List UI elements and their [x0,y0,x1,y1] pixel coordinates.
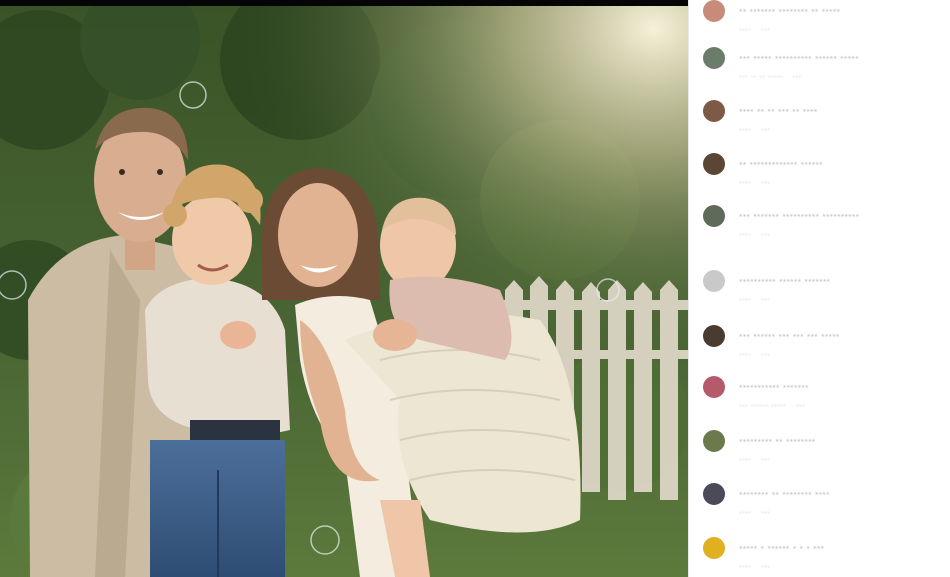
comment-meta: ···· ··· [739,349,780,359]
reply-button[interactable]: ··· [761,454,770,464]
comment-text: ········· ·· ········ [739,434,816,446]
comment-item: ········ ·· ········ ···· ···· ··· [689,483,950,535]
reply-button[interactable]: ··· [792,71,801,81]
comment-text: ··· ······· ·········· ·········· [739,209,860,221]
comment-meta: ···· ··· [739,507,780,517]
comment-item: ·· ······· ········ ·· ····· ···· ··· [689,0,950,52]
post-photo[interactable] [0,0,688,577]
avatar[interactable] [703,537,725,559]
avatar[interactable] [703,483,725,505]
avatar[interactable] [703,100,725,122]
comment-text: ·· ······· ········ ·· ····· [739,4,841,16]
avatar[interactable] [703,430,725,452]
comment-time: ···· [739,454,751,464]
reply-button[interactable]: ··· [761,24,770,34]
comment-meta: ···· ··· [739,177,780,187]
reply-button[interactable]: ··· [761,177,770,187]
comment-text: ·· ············· ······ [739,157,823,169]
comment-item: ·········· ······ ······· ···· ··· [689,270,950,322]
avatar[interactable] [703,0,725,22]
comment-time: ···· [739,229,751,239]
comment-meta: ··· ·· ·· ····· ··· [739,71,811,81]
comment-time: ··· ······ ····· [739,400,786,410]
reply-button[interactable]: ··· [796,400,805,410]
top-black-bar [0,0,688,6]
comment-meta: ···· ··· [739,561,780,571]
avatar[interactable] [703,205,725,227]
comment-time: ···· [739,507,751,517]
family-photo-illustration [0,0,688,577]
comment-time: ···· [739,177,751,187]
reply-button[interactable]: ··· [761,561,770,571]
comment-text: ·········· ······ ······· [739,274,831,286]
comment-text: ···· ·· ·· ··· ·· ···· [739,104,818,116]
comment-meta: ··· ······ ····· ··· [739,400,815,410]
comment-item: ··· ····· ·········· ······ ····· ··· ·· … [689,47,950,99]
comment-text: ··········· ······· [739,380,809,392]
avatar[interactable] [703,270,725,292]
comment-time: ··· ·· ·· ····· [739,71,783,81]
comment-meta: ···· ··· [739,24,780,34]
comment-time: ···· [739,24,751,34]
comments-panel[interactable]: ·· ······· ········ ·· ····· ···· ··· ··· ·… [688,0,950,577]
reply-button[interactable]: ··· [761,229,770,239]
comment-time: ···· [739,294,751,304]
avatar[interactable] [703,376,725,398]
comment-item: ··········· ······· ··· ······ ····· ··· [689,376,950,428]
avatar[interactable] [703,325,725,347]
comment-meta: ···· ··· [739,294,780,304]
comment-item: ··· ······· ·········· ·········· ···· ··· [689,205,950,257]
comment-item: ········· ·· ········ ···· ··· [689,430,950,482]
reply-button[interactable]: ··· [761,349,770,359]
avatar[interactable] [703,153,725,175]
comment-item: ····· · ······ · · · ··· ···· ··· [689,537,950,577]
comment-time: ···· [739,349,751,359]
comment-item: ··· ······ ··· ··· ··· ····· ···· ··· [689,325,950,377]
comment-item: ·· ············· ······ ···· ··· [689,153,950,205]
comment-time: ···· [739,124,751,134]
avatar[interactable] [703,47,725,69]
comment-text: ··· ······ ··· ··· ··· ····· [739,329,840,341]
comment-item: ···· ·· ·· ··· ·· ···· ···· ··· [689,100,950,152]
comment-time: ···· [739,561,751,571]
comment-text: ········ ·· ········ ···· [739,487,830,499]
reply-button[interactable]: ··· [761,294,770,304]
comment-text: ····· · ······ · · · ··· [739,541,825,553]
comment-text: ··· ····· ·········· ······ ····· [739,51,859,63]
comment-meta: ···· ··· [739,229,780,239]
comment-meta: ···· ··· [739,454,780,464]
reply-button[interactable]: ··· [761,124,770,134]
reply-button[interactable]: ··· [761,507,770,517]
comment-meta: ···· ··· [739,124,780,134]
